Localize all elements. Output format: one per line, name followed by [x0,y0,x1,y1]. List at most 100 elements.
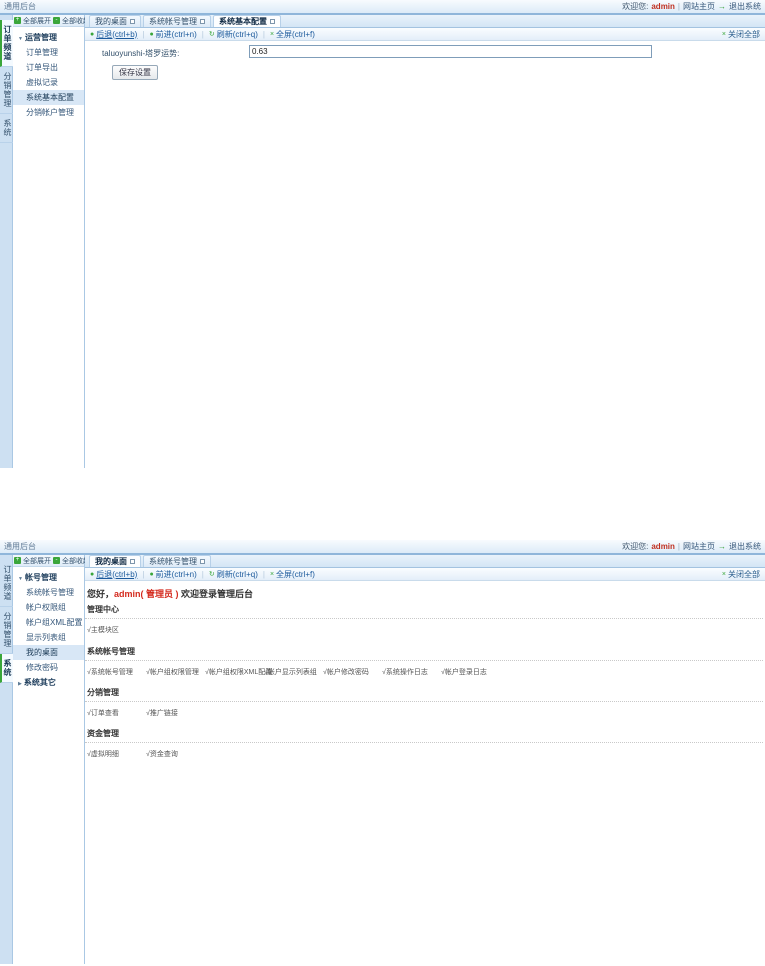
expand-all-label[interactable]: 全部展开 [23,556,51,566]
close-icon[interactable] [130,19,135,24]
welcome-label: 欢迎您: [622,1,648,12]
tab-system-account[interactable]: 系统帐号管理 [143,15,211,27]
sidebar-item-basic-config[interactable]: 系统基本配置 [13,90,84,105]
module-link-login-log[interactable]: √帐户登录日志 [441,667,500,677]
refresh-button[interactable]: ↻ 刷新(ctrl+q) [209,569,258,580]
module-link-xml-config[interactable]: √帐户组权限XML配置 [205,667,264,677]
close-all-button[interactable]: × 关闭全部 [722,29,760,40]
channel-tab-distribution[interactable]: 分销管理 [0,607,13,654]
channel-tab-strip: 订单频道 分销管理 系统 [0,555,13,964]
channel-tab-order[interactable]: 订单频道 [0,560,13,607]
module-link-promo-link[interactable]: √推广链接 [146,708,205,718]
section-title: 管理中心 [87,604,763,615]
tree-group-system-other[interactable]: ▶系统其它 [13,675,84,690]
tab-bar: 我的桌面 系统帐号管理 [85,555,765,568]
tab-bar: 我的桌面 系统帐号管理 系统基本配置 [85,15,765,28]
tree-group-operations[interactable]: ▼运营管理 [13,30,84,45]
sidebar-item-perm-group[interactable]: 帐户权限组 [13,600,84,615]
channel-tab-system[interactable]: 系统 [0,654,13,683]
chevron-down-icon: ▼ [18,576,23,582]
module-link-sys-account[interactable]: √系统帐号管理 [87,667,146,677]
module-link-virtual-detail[interactable]: √虚拟明细 [87,749,146,759]
config-content: taluoyunshi-塔罗运势: 保存设置 [85,41,765,468]
sidebar-item-display-list[interactable]: 显示列表组 [13,630,84,645]
module-link-change-password[interactable]: √帐户修改密码 [323,667,382,677]
expand-all-icon[interactable]: + [14,17,21,24]
section-funds: 资金管理 √虚拟明细 √资金查询 [85,728,763,759]
tab-my-desktop[interactable]: 我的桌面 [89,555,141,567]
section-divider [85,742,763,743]
sidebar-item-order-export[interactable]: 订单导出 [13,60,84,75]
section-management-center: 管理中心 √主模块区 [85,604,763,635]
back-button[interactable]: ● 后退(ctrl+b) [90,569,137,580]
nav-toolbar: ● 后退(ctrl+b) | ● 前进(ctrl+n) | ↻ 刷新(ctrl+… [85,28,765,41]
fullscreen-button[interactable]: × 全屏(ctrl+f) [270,569,315,580]
channel-tab-order[interactable]: 订单频道 [0,20,13,67]
header-divider: | [678,2,680,11]
module-link-fund-query[interactable]: √资金查询 [146,749,205,759]
save-settings-button[interactable]: 保存设置 [112,65,158,80]
back-button[interactable]: ● 后退(ctrl+b) [90,29,137,40]
forward-button[interactable]: ● 前进(ctrl+n) [149,29,196,40]
site-home-link[interactable]: 网站主页 [683,541,715,552]
channel-tab-strip: 订单频道 分销管理 系统 [0,15,13,468]
toolbar-divider: | [142,570,144,579]
collapse-all-icon[interactable]: - [53,557,60,564]
username: admin [651,542,675,551]
tab-my-desktop[interactable]: 我的桌面 [89,15,141,27]
site-home-link[interactable]: 网站主页 [683,1,715,12]
refresh-button[interactable]: ↻ 刷新(ctrl+q) [209,29,258,40]
back-icon: ● [90,31,94,38]
module-link-perm-manage[interactable]: √帐户组权限管理 [146,667,205,677]
channel-tab-distribution[interactable]: 分销管理 [0,67,13,114]
module-link-order-view[interactable]: √订单查看 [87,708,146,718]
top-header-bar: 通用后台 欢迎您: admin | 网站主页 → 退出系统 [0,540,765,553]
logout-arrow-icon: → [718,542,726,551]
channel-tab-system[interactable]: 系统 [0,114,13,143]
module-row: √虚拟明细 √资金查询 [87,749,763,759]
section-distribution: 分销管理 √订单查看 √推广链接 [85,687,763,718]
header-user-area: 欢迎您: admin | 网站主页 → 退出系统 [622,1,761,12]
sidebar-item-xml-config[interactable]: 帐户组XML配置 [13,615,84,630]
fullscreen-button[interactable]: × 全屏(ctrl+f) [270,29,315,40]
sidebar-item-change-password[interactable]: 修改密码 [13,660,84,675]
username: admin [651,2,675,11]
sidebar-item-virtual-record[interactable]: 虚拟记录 [13,75,84,90]
refresh-icon: ↻ [209,31,215,38]
module-link-op-log[interactable]: √系统操作日志 [382,667,441,677]
header-divider: | [678,542,680,551]
close-all-button[interactable]: × 关闭全部 [722,569,760,580]
sidebar-item-order-manage[interactable]: 订单管理 [13,45,84,60]
admin-window-bottom: 通用后台 欢迎您: admin | 网站主页 → 退出系统 订单频道 分销管理 … [0,540,765,966]
expand-all-icon[interactable]: + [14,557,21,564]
logout-link[interactable]: 退出系统 [729,541,761,552]
close-icon[interactable] [270,19,275,24]
app-title: 通用后台 [4,541,36,552]
collapse-all-icon[interactable]: - [53,17,60,24]
sidebar-item-my-desktop[interactable]: 我的桌面 [13,645,84,660]
back-icon: ● [90,571,94,578]
close-icon[interactable] [200,19,205,24]
forward-icon: ● [149,571,153,578]
tab-system-account[interactable]: 系统帐号管理 [143,555,211,567]
sidebar-item-sys-account[interactable]: 系统帐号管理 [13,585,84,600]
close-icon[interactable] [200,559,205,564]
module-link-display-list[interactable]: √帐户显示列表组 [264,667,323,677]
expand-all-label[interactable]: 全部展开 [23,16,51,26]
toolbar-divider: | [263,570,265,579]
tree-group-account[interactable]: ▼帐号管理 [13,570,84,585]
sidebar-header: + 全部展开 - 全部收起 [13,15,84,27]
forward-button[interactable]: ● 前进(ctrl+n) [149,569,196,580]
toolbar-divider: | [142,30,144,39]
tab-basic-config[interactable]: 系统基本配置 [213,15,281,27]
sidebar-item-dist-account[interactable]: 分销帐户管理 [13,105,84,120]
close-icon[interactable] [130,559,135,564]
tarot-setting-input[interactable] [249,45,652,58]
chevron-right-icon: ▶ [18,681,22,687]
module-link-main[interactable]: √主模块区 [87,625,146,635]
module-row: √订单查看 √推广链接 [87,708,763,718]
greeting-username: admin [114,589,141,599]
fullscreen-icon: × [270,571,274,578]
logout-link[interactable]: 退出系统 [729,1,761,12]
main-area: 我的桌面 系统帐号管理 系统基本配置 ● 后退(ctrl+b) | [85,15,765,468]
